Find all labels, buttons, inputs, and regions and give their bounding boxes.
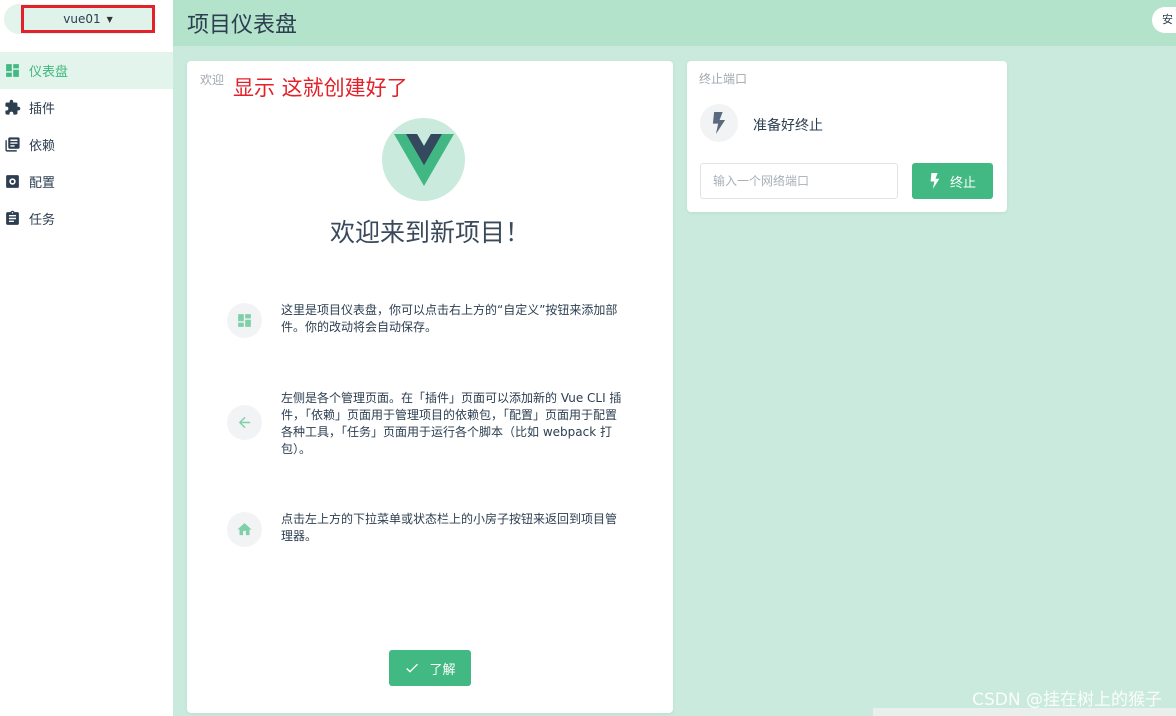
sidebar-item-dashboard[interactable]: 仪表盘 — [0, 52, 173, 89]
check-icon — [406, 663, 419, 673]
sidebar-item-label: 插件 — [29, 102, 56, 117]
watermark: CSDN @挂在树上的猴子 — [972, 690, 1162, 710]
tip-dashboard: 这里是项目仪表盘，你可以点击右上方的“自定义”按钮来添加部件。你的改动将会自动保… — [227, 302, 627, 338]
caret-down-icon: ▼ — [106, 14, 113, 24]
sidebar: vue01 ▼ 仪表盘 插件 依赖 配置 任务 — [0, 0, 173, 716]
puzzle-icon — [4, 99, 21, 116]
ok-button[interactable]: 了解 — [389, 650, 471, 686]
assignment-icon — [4, 210, 21, 227]
tip-text: 左侧是各个管理页面。在「插件」页面可以添加新的 Vue CLI 插件，「依赖」页… — [281, 391, 622, 456]
widget-title: 终止端口 — [699, 72, 748, 86]
kill-button-label: 终止 — [949, 175, 976, 191]
arrow-left-icon — [227, 405, 262, 440]
sidebar-item-plugins[interactable]: 插件 — [0, 89, 173, 126]
flash-icon — [700, 104, 738, 142]
project-name: vue01 — [63, 12, 101, 26]
ok-button-label: 了解 — [429, 662, 456, 678]
tip-sidebar: 左侧是各个管理页面。在「插件」页面可以添加新的 Vue CLI 插件，「依赖」页… — [227, 390, 627, 458]
kill-button[interactable]: 终止 — [912, 163, 993, 199]
home-icon — [227, 512, 262, 547]
page-title: 项目仪表盘 — [187, 13, 298, 38]
project-selector[interactable]: vue01 ▼ — [21, 5, 155, 33]
sidebar-item-configuration[interactable]: 配置 — [0, 163, 173, 200]
top-bar: 项目仪表盘 安 — [173, 0, 1176, 46]
vue-logo — [382, 118, 465, 201]
flash-icon — [930, 173, 940, 189]
sidebar-item-label: 仪表盘 — [29, 65, 69, 80]
sidebar-item-label: 任务 — [29, 213, 56, 228]
library-books-icon — [4, 136, 21, 153]
tip-home: 点击左上方的下拉菜单或状态栏上的小房子按钮来返回到项目管理器。 — [227, 511, 627, 547]
customize-button[interactable]: 安 — [1152, 7, 1176, 33]
sidebar-item-label: 配置 — [29, 176, 56, 191]
settings-icon — [4, 173, 21, 190]
tip-text: 点击左上方的下拉菜单或状态栏上的小房子按钮来返回到项目管理器。 — [281, 512, 618, 543]
dashboard-icon — [227, 303, 262, 338]
sidebar-item-tasks[interactable]: 任务 — [0, 200, 173, 237]
port-input[interactable] — [700, 163, 898, 199]
tip-text: 这里是项目仪表盘，你可以点击右上方的“自定义”按钮来添加部件。你的改动将会自动保… — [281, 303, 618, 334]
sidebar-nav: 仪表盘 插件 依赖 配置 任务 — [0, 52, 173, 237]
kill-port-status: 准备好终止 — [753, 118, 823, 134]
sidebar-item-label: 依赖 — [29, 139, 56, 154]
vue-logo-icon — [393, 133, 454, 186]
welcome-title: 欢迎来到新项目！ — [329, 218, 530, 247]
annotation-text: 显示 这就创建好了 — [233, 76, 408, 100]
widget-title: 欢迎 — [200, 73, 225, 87]
welcome-widget: 欢迎 显示 这就创建好了 欢迎来到新项目！ 这里是项目仪表盘，你可以点击右上方的… — [187, 61, 673, 713]
sidebar-item-dependencies[interactable]: 依赖 — [0, 126, 173, 163]
dashboard-icon — [4, 62, 21, 79]
kill-port-widget: 终止端口 准备好终止 终止 — [687, 61, 1007, 212]
